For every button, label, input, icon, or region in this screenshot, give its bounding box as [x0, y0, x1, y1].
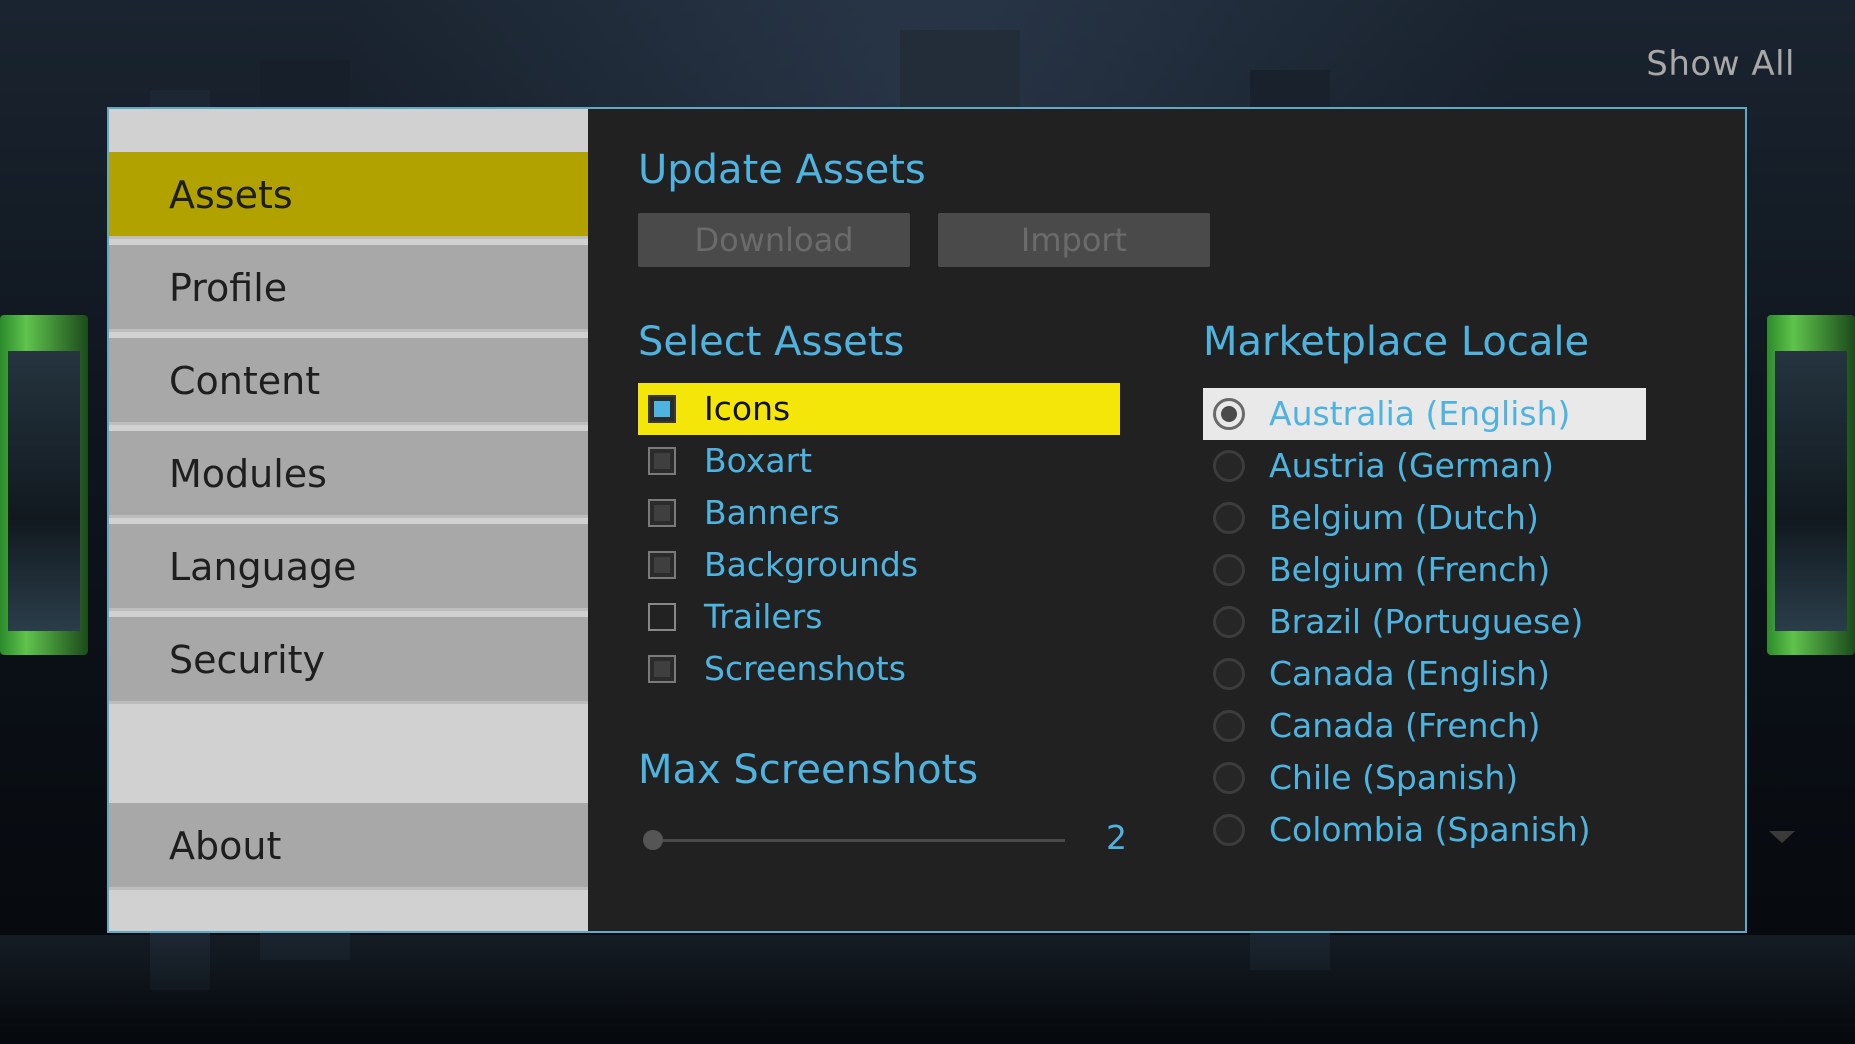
- locale-option[interactable]: Belgium (French): [1203, 544, 1646, 596]
- locale-option-label: Colombia (Spanish): [1269, 810, 1591, 849]
- update-assets-heading: Update Assets: [638, 147, 926, 193]
- radio-icon[interactable]: [1213, 814, 1245, 846]
- radio-icon[interactable]: [1213, 398, 1245, 430]
- locale-option[interactable]: Canada (English): [1203, 648, 1646, 700]
- locale-option-label: Brazil (Portuguese): [1269, 602, 1584, 641]
- max-screenshots-value: 2: [1106, 818, 1127, 857]
- locale-option-label: Belgium (Dutch): [1269, 498, 1539, 537]
- locale-option-label: Chile (Spanish): [1269, 758, 1519, 797]
- asset-option-label: Backgrounds: [704, 545, 919, 584]
- checkbox-icon[interactable]: [648, 603, 676, 631]
- game-case-left: [0, 315, 88, 655]
- radio-icon[interactable]: [1213, 502, 1245, 534]
- asset-option-icons[interactable]: Icons: [638, 383, 1120, 435]
- locale-option[interactable]: Chile (Spanish): [1203, 752, 1646, 804]
- asset-option-label: Icons: [704, 389, 791, 428]
- asset-option-label: Trailers: [704, 597, 823, 636]
- import-button[interactable]: Import: [938, 213, 1210, 267]
- download-button[interactable]: Download: [638, 213, 910, 267]
- locale-option[interactable]: Austria (German): [1203, 440, 1646, 492]
- asset-option-boxart[interactable]: Boxart: [638, 435, 1120, 487]
- locale-option-label: Austria (German): [1269, 446, 1554, 485]
- asset-option-trailers[interactable]: Trailers: [638, 591, 1120, 643]
- slider-thumb[interactable]: [643, 830, 663, 850]
- asset-option-banners[interactable]: Banners: [638, 487, 1120, 539]
- checkbox-icon[interactable]: [648, 447, 676, 475]
- sidebar-item-content[interactable]: Content: [109, 338, 588, 425]
- radio-icon[interactable]: [1213, 554, 1245, 586]
- locale-option-label: Australia (English): [1269, 394, 1571, 433]
- locale-option[interactable]: Belgium (Dutch): [1203, 492, 1646, 544]
- locale-option-label: Canada (French): [1269, 706, 1541, 745]
- checkbox-icon[interactable]: [648, 499, 676, 527]
- sidebar: Assets Profile Content Modules Language Secur…: [109, 109, 588, 931]
- locale-option[interactable]: Colombia (Spanish): [1203, 804, 1646, 856]
- select-assets-heading: Select Assets: [638, 319, 905, 365]
- checkbox-icon[interactable]: [648, 655, 676, 683]
- sidebar-item-assets[interactable]: Assets: [109, 152, 588, 239]
- radio-icon[interactable]: [1213, 450, 1245, 482]
- locale-option[interactable]: Canada (French): [1203, 700, 1646, 752]
- sidebar-item-language[interactable]: Language: [109, 524, 588, 611]
- sidebar-item-modules[interactable]: Modules: [109, 431, 588, 518]
- checkbox-icon[interactable]: [648, 395, 676, 423]
- radio-icon[interactable]: [1213, 658, 1245, 690]
- locale-option-label: Canada (English): [1269, 654, 1550, 693]
- radio-icon[interactable]: [1213, 606, 1245, 638]
- show-all-button[interactable]: Show All: [1646, 44, 1795, 84]
- locale-option[interactable]: Australia (English): [1203, 388, 1646, 440]
- asset-option-screenshots[interactable]: Screenshots: [638, 643, 1120, 695]
- asset-option-label: Screenshots: [704, 649, 906, 688]
- radio-icon[interactable]: [1213, 710, 1245, 742]
- radio-icon[interactable]: [1213, 762, 1245, 794]
- sidebar-item-security[interactable]: Security: [109, 617, 588, 704]
- marketplace-locale-heading: Marketplace Locale: [1203, 319, 1590, 365]
- floor-reflection: [0, 935, 1855, 1044]
- asset-option-label: Boxart: [704, 441, 813, 480]
- game-case-right: [1767, 315, 1855, 655]
- settings-dialog: Assets Profile Content Modules Language Secur…: [107, 107, 1795, 933]
- max-screenshots-heading: Max Screenshots: [638, 747, 979, 793]
- locale-option[interactable]: Brazil (Portuguese): [1203, 596, 1646, 648]
- max-screenshots-slider[interactable]: [643, 830, 1065, 850]
- asset-option-backgrounds[interactable]: Backgrounds: [638, 539, 1120, 591]
- locale-option-label: Belgium (French): [1269, 550, 1551, 589]
- asset-option-label: Banners: [704, 493, 840, 532]
- sidebar-item-about[interactable]: About: [109, 803, 588, 890]
- content-panel: Update Assets Download Import Select Ass…: [588, 109, 1795, 931]
- checkbox-icon[interactable]: [648, 551, 676, 579]
- sidebar-item-profile[interactable]: Profile: [109, 245, 588, 332]
- scroll-down-arrow-icon[interactable]: [1769, 831, 1795, 843]
